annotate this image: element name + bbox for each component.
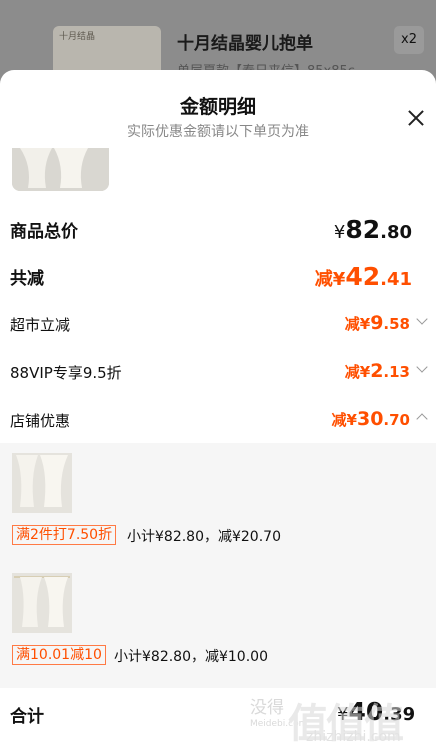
promo-subtotal: 小计¥82.80，减¥10.00 bbox=[114, 649, 268, 665]
discount-label: 超市立减 bbox=[10, 316, 71, 334]
amount-detail-sheet: 金额明细 实际优惠金额请以下单页为准 商品总价 ¥82.80 共减 减¥42.4… bbox=[0, 70, 436, 749]
background-thumb-label: 十月结晶 bbox=[59, 32, 96, 42]
chevron-down-icon[interactable] bbox=[416, 363, 428, 375]
total-price-row: 商品总价 ¥82.80 bbox=[0, 215, 436, 245]
total-price-amount: ¥82.80 bbox=[333, 215, 412, 244]
promo-tag: 满2件打7.50折 bbox=[12, 525, 117, 545]
discount-amount: 减¥9.58 bbox=[344, 312, 410, 334]
chevron-up-icon[interactable] bbox=[416, 415, 428, 427]
watermark-url: zhizhizhi.com bbox=[306, 729, 401, 745]
footer-total-label: 合计 bbox=[10, 707, 44, 727]
background-quantity: x2 bbox=[394, 26, 424, 54]
discount-label: 88VIP专享9.5折 bbox=[10, 364, 122, 382]
watermark-text: 没得 bbox=[250, 698, 284, 718]
total-price-label: 商品总价 bbox=[10, 222, 78, 242]
discount-label: 店铺优惠 bbox=[10, 412, 71, 430]
sheet-subtitle: 实际优惠金额请以下单页为准 bbox=[127, 124, 309, 140]
total-discount-label: 共减 bbox=[10, 269, 44, 289]
promo-product-image bbox=[12, 573, 72, 633]
promo-subtotal: 小计¥82.80，减¥20.70 bbox=[127, 529, 281, 545]
discount-amount: 减¥30.70 bbox=[331, 408, 410, 430]
discount-amount: 减¥2.13 bbox=[344, 360, 410, 382]
chevron-down-icon[interactable] bbox=[416, 315, 428, 327]
store-promo-panel: 满2件打7.50折 小计¥82.80，减¥20.70 满10.01减10 小计¥… bbox=[0, 443, 436, 688]
total-discount-row: 共减 减¥42.41 bbox=[0, 262, 436, 294]
sheet-title: 金额明细 bbox=[179, 96, 256, 118]
product-image bbox=[12, 148, 109, 191]
background-product-title: 十月结晶婴儿抱单 bbox=[177, 34, 313, 54]
total-footer: 合计 ¥40.39 没得 Meidebi.com 值值值 zhizhizhi.c… bbox=[0, 688, 436, 749]
close-icon[interactable] bbox=[404, 106, 428, 130]
total-discount-amount: 减¥42.41 bbox=[314, 262, 412, 291]
discount-row-88vip[interactable]: 88VIP专享9.5折 减¥2.13 bbox=[0, 358, 436, 386]
promo-tag: 满10.01减10 bbox=[12, 645, 106, 665]
watermark: 没得 Meidebi.com 值值值 zhizhizhi.com bbox=[248, 691, 436, 749]
discount-row-supermarket[interactable]: 超市立减 减¥9.58 bbox=[0, 310, 436, 338]
discount-row-store[interactable]: 店铺优惠 减¥30.70 bbox=[0, 406, 436, 434]
promo-product-image bbox=[12, 453, 72, 513]
